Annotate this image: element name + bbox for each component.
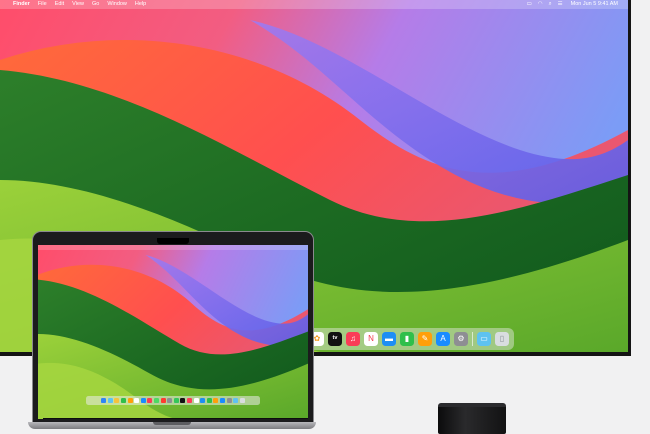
numbers-icon[interactable]: ▮ xyxy=(400,332,414,346)
macbook-lid xyxy=(33,232,313,422)
wifi-icon[interactable]: ◠ xyxy=(538,0,543,9)
macbook-bottom-bezel xyxy=(43,418,308,419)
menu-app-name[interactable]: Finder xyxy=(13,0,30,9)
menu-bar: Finder File Edit View Go Window Help ▭ ◠… xyxy=(0,0,628,9)
menu-file[interactable]: File xyxy=(38,0,47,9)
macbook-dock-icon[interactable] xyxy=(193,398,199,403)
macbook-dock-icon[interactable] xyxy=(167,398,173,403)
macbook-dock-icon[interactable] xyxy=(147,398,153,403)
macbook-dock-icon[interactable] xyxy=(107,398,113,403)
macbook-dock-icon[interactable] xyxy=(200,398,206,403)
macbook-menu-bar xyxy=(38,245,308,250)
menu-clock[interactable]: Mon Jun 5 9:41 AM xyxy=(571,0,618,9)
trash-icon[interactable]: ▯ xyxy=(495,332,509,346)
music-icon[interactable]: ♫ xyxy=(346,332,360,346)
macbook-dock-icon[interactable] xyxy=(154,398,160,403)
system-settings-icon[interactable]: ⚙ xyxy=(454,332,468,346)
macbook-dock xyxy=(86,396,260,405)
menu-help[interactable]: Help xyxy=(135,0,146,9)
news-icon[interactable]: N xyxy=(364,332,378,346)
macbook-opening-notch xyxy=(153,422,191,425)
macbook-dock-icon[interactable] xyxy=(173,398,179,403)
macbook-dock-icon[interactable] xyxy=(186,398,192,403)
macbook-dock-icon[interactable] xyxy=(233,398,239,403)
macbook-dock-icon[interactable] xyxy=(127,398,133,403)
control-center-icon[interactable]: ☰ xyxy=(558,0,563,9)
search-icon[interactable]: ⌕ xyxy=(549,0,552,9)
keynote-icon[interactable]: ▬ xyxy=(382,332,396,346)
apple-tv-body xyxy=(438,407,506,434)
macbook-dock-icon[interactable] xyxy=(134,398,140,403)
macbook-dock-icon[interactable] xyxy=(180,398,186,403)
app-store-icon[interactable]: A xyxy=(436,332,450,346)
macbook-screen xyxy=(38,245,308,419)
pages-icon[interactable]: ✎ xyxy=(418,332,432,346)
downloads-folder-icon[interactable]: ▭ xyxy=(477,332,491,346)
macbook-dock-icon[interactable] xyxy=(219,398,225,403)
macbook-dock-icon[interactable] xyxy=(140,398,146,403)
menu-view[interactable]: View xyxy=(72,0,84,9)
dock: ✿ tv ♫ N ▬ ▮ ✎ A ⚙ ▭ ▯ xyxy=(305,328,514,350)
macbook-dock-icon[interactable] xyxy=(226,398,232,403)
apple-tv-device xyxy=(438,403,506,434)
macbook-dock-icon[interactable] xyxy=(121,398,127,403)
menu-edit[interactable]: Edit xyxy=(55,0,64,9)
macbook-dock-icon[interactable] xyxy=(114,398,120,403)
menu-window[interactable]: Window xyxy=(107,0,127,9)
macbook-laptop xyxy=(28,230,316,434)
macbook-dock-icon[interactable] xyxy=(213,398,219,403)
macbook-dock-icon[interactable] xyxy=(101,398,107,403)
macbook-dock-icon[interactable] xyxy=(160,398,166,403)
menu-go[interactable]: Go xyxy=(92,0,99,9)
macbook-dock-icon[interactable] xyxy=(239,398,245,403)
battery-icon[interactable]: ▭ xyxy=(527,0,532,9)
dock-separator xyxy=(472,332,473,346)
macbook-wallpaper xyxy=(38,245,308,419)
apple-tv-icon[interactable]: tv xyxy=(328,332,342,346)
camera-notch xyxy=(157,238,189,244)
macbook-dock-icon[interactable] xyxy=(206,398,212,403)
